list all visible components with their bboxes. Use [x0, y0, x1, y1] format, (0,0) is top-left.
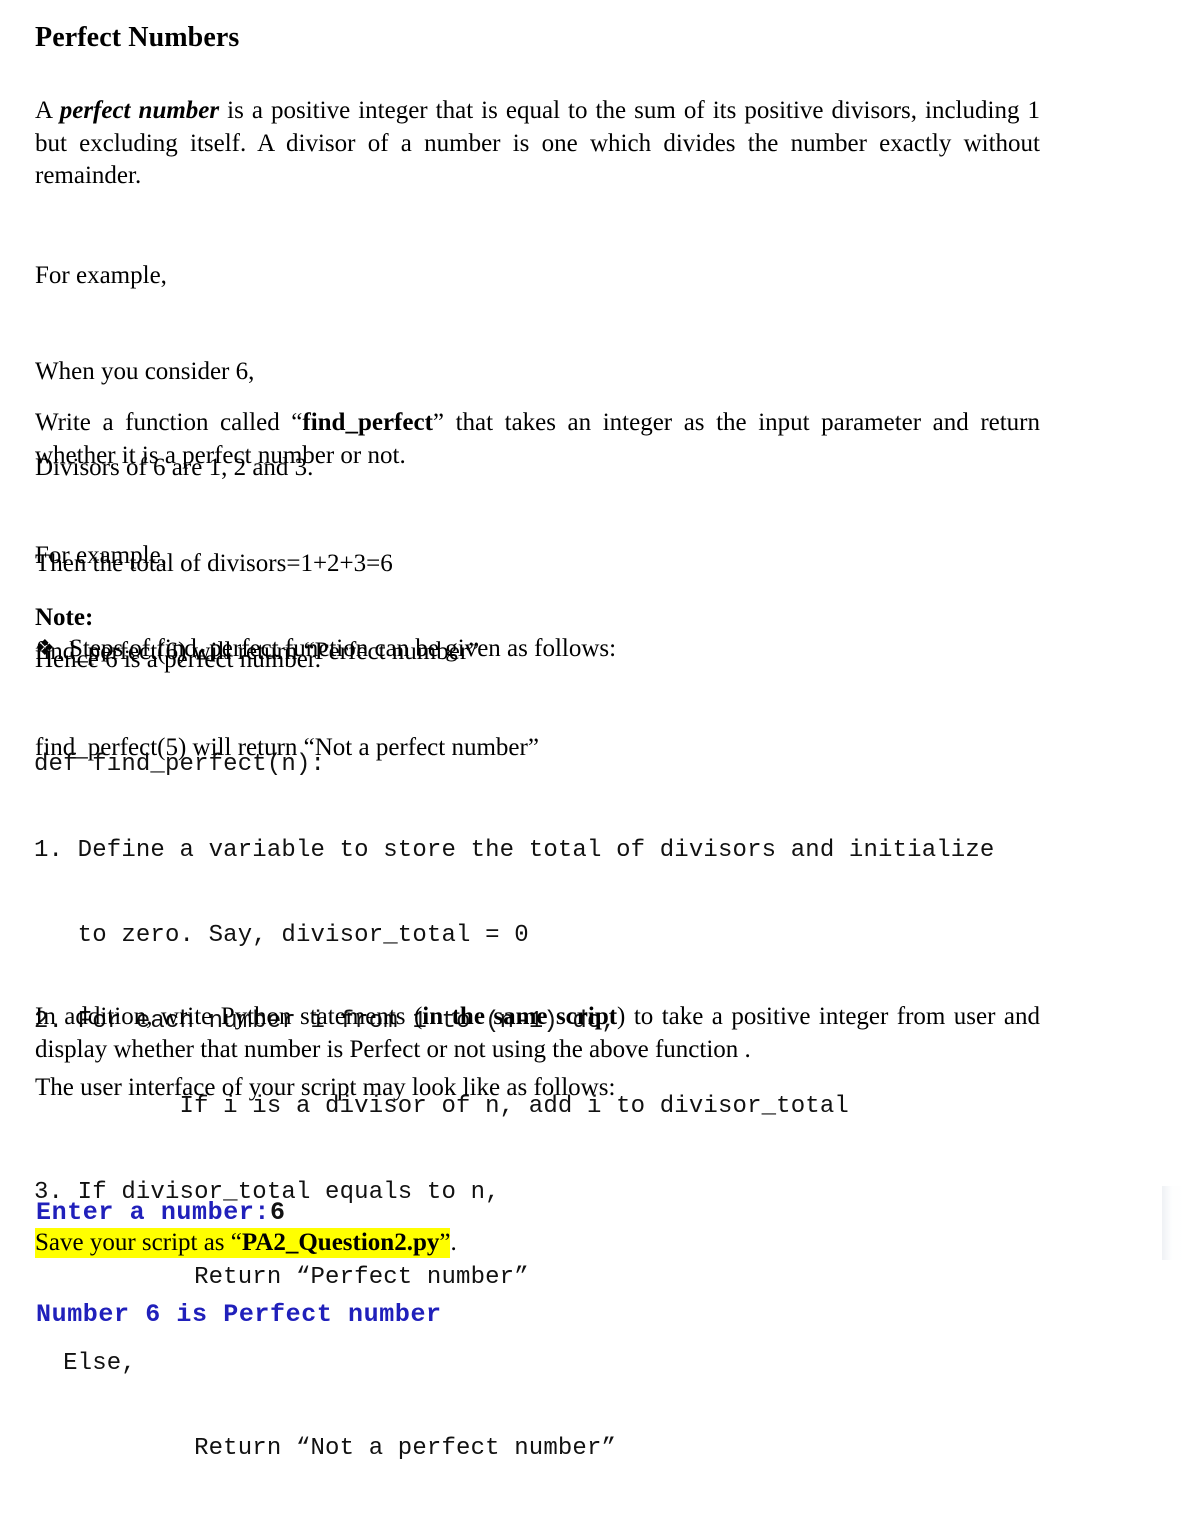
code-line: 1. Define a variable to store the total … — [34, 836, 995, 864]
definition-paragraph: A perfect number is a positive integer t… — [35, 95, 1040, 193]
task-before: Write a function called “ — [35, 409, 303, 436]
note-heading: Note: — [35, 604, 94, 631]
diamond-bullet-icon: ❖ — [35, 636, 55, 661]
save-after: ” — [439, 1229, 451, 1256]
note-bullet-row: ❖ Steps of find_perfect function can be g… — [35, 634, 616, 664]
code-line: Return “Not a perfect number” — [34, 1435, 617, 1462]
console-prompt-line: Enter a number:6 — [36, 1196, 442, 1230]
task-paragraph: Write a function called “find_perfect” t… — [35, 407, 1040, 472]
example-line: For example, — [35, 542, 167, 569]
addition-before: In addition, write Python statements ( — [35, 1003, 423, 1030]
ui-intro-line: The user interface of your script may lo… — [35, 1074, 616, 1101]
scan-artifact — [1162, 1186, 1184, 1260]
save-instruction-highlight: Save your script as “PA2_Question2.py” — [35, 1228, 451, 1258]
save-instruction: Save your script as “PA2_Question2.py”. — [35, 1227, 457, 1259]
note-bullet-text: Steps of find_perfect function can be gi… — [69, 635, 617, 662]
function-name: find_perfect — [302, 409, 433, 436]
perfect-number-term: perfect number — [59, 97, 220, 124]
console-result-line: Number 6 is Perfect number — [36, 1300, 442, 1329]
example-line: When you consider 6, — [35, 358, 255, 385]
save-before: Save your script as “ — [35, 1229, 242, 1256]
addition-paragraph: In addition, write Python statements (in… — [35, 1001, 1040, 1066]
console-sample-output: Enter a number:6 Number 6 is Perfect num… — [36, 1128, 442, 1400]
definition-lead: A — [35, 97, 60, 124]
console-prompt-label: Enter a number: — [36, 1198, 271, 1227]
code-line: to zero. Say, divisor_total = 0 — [34, 922, 529, 949]
save-filename: PA2_Question2.py — [241, 1229, 440, 1256]
save-trailing-period: . — [450, 1229, 457, 1256]
example-line: For example, — [35, 262, 167, 289]
code-line: def find_perfect(n): — [34, 751, 326, 778]
console-user-input: 6 — [270, 1198, 286, 1227]
page-title: Perfect Numbers — [35, 21, 240, 53]
same-script-emphasis: in the same script — [422, 1003, 618, 1030]
document-page: Perfect Numbers A perfect number is a po… — [0, 0, 1184, 1462]
